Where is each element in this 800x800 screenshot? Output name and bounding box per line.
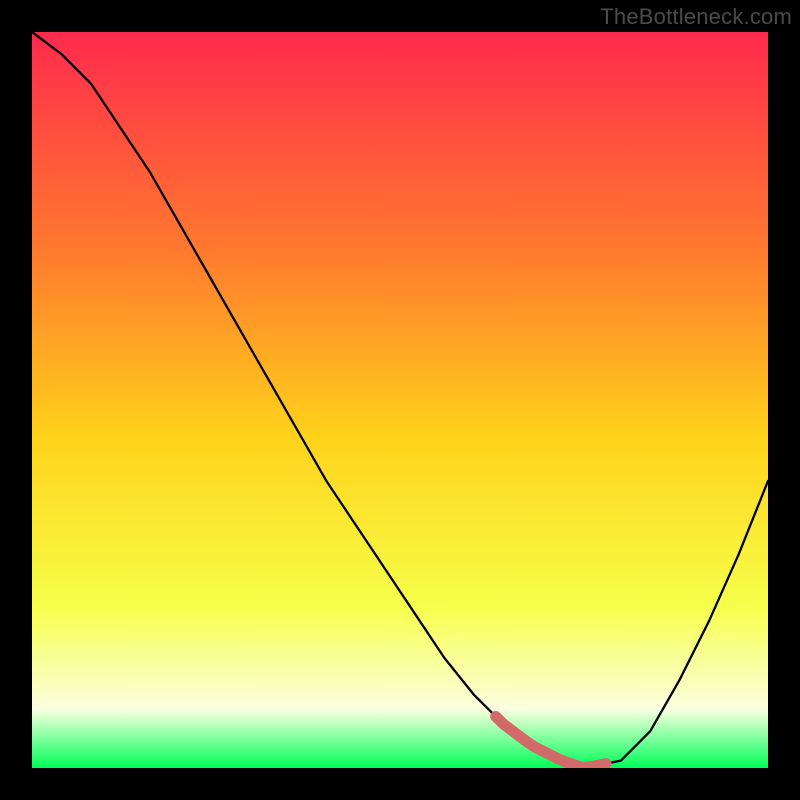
- chart-frame: TheBottleneck.com: [0, 0, 800, 800]
- watermark-text: TheBottleneck.com: [600, 4, 792, 30]
- plot-area: [32, 32, 768, 768]
- gradient-background: [32, 32, 768, 768]
- chart-svg: [32, 32, 768, 768]
